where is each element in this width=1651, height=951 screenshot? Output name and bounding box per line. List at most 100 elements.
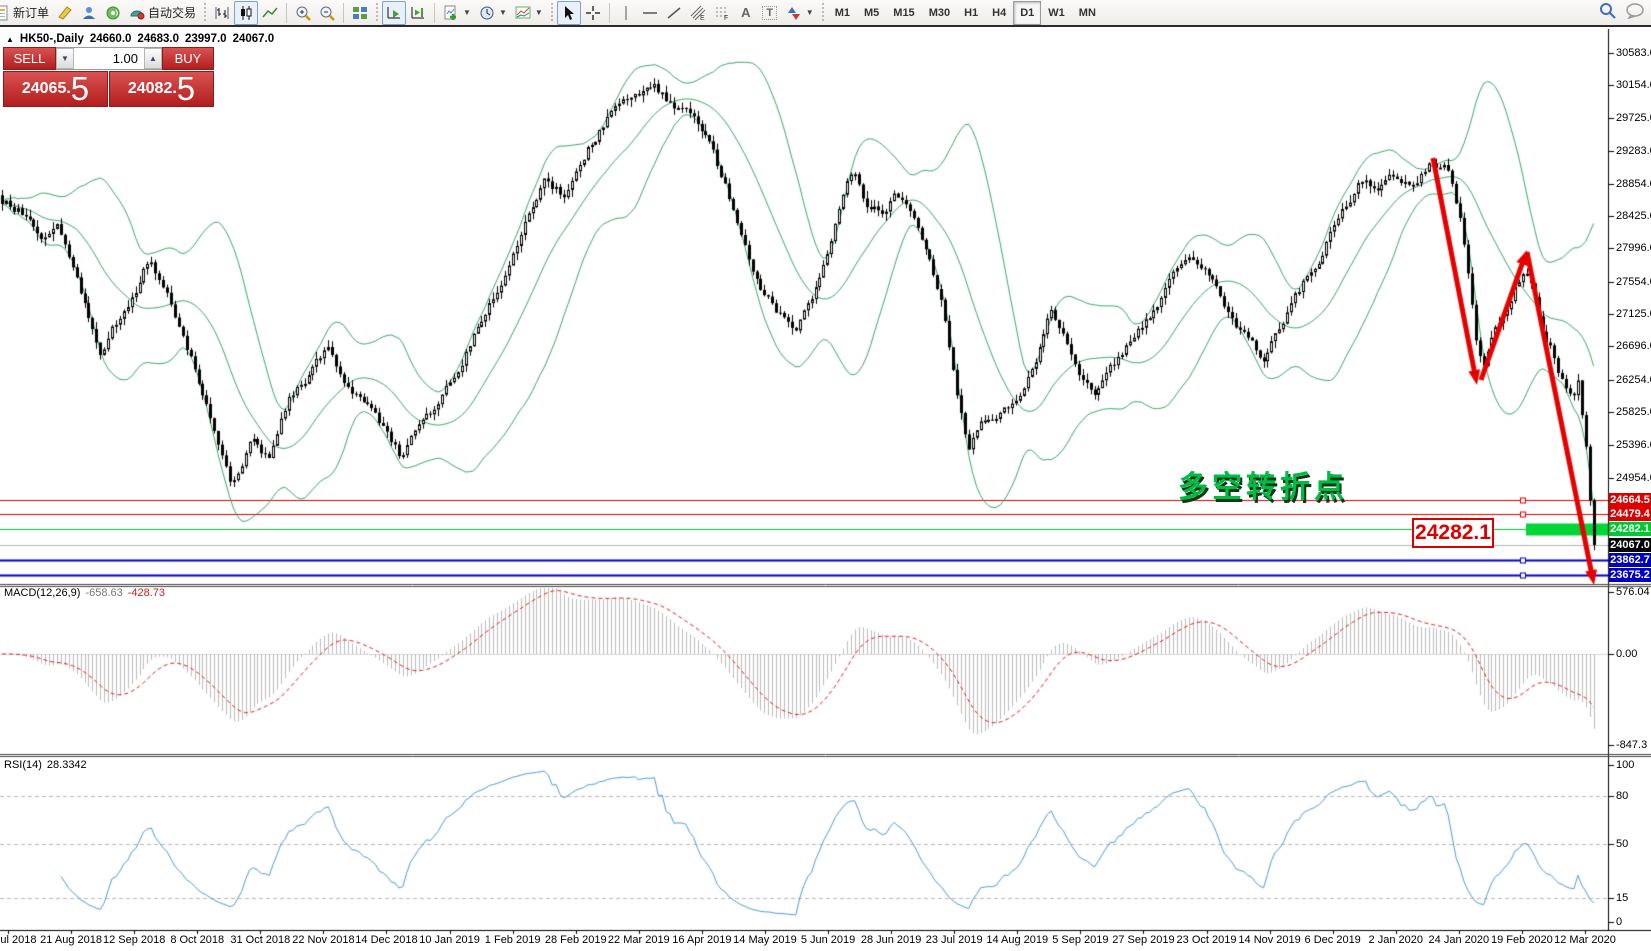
add-indicator-button[interactable]: ▼ (439, 1, 475, 25)
sell-button[interactable]: SELL (3, 47, 56, 70)
chart-bars-button[interactable] (210, 1, 234, 25)
macd-signal-value: -428.73 (128, 587, 165, 599)
price-digits: 5 (177, 74, 195, 104)
chart-canvas[interactable] (0, 29, 1651, 951)
chat-icon[interactable] (1626, 3, 1645, 19)
timeframe-m15[interactable]: M15 (886, 1, 921, 25)
signals-icon (105, 5, 121, 21)
price-axis-label: 27125.0 (1616, 308, 1651, 320)
symbol-period: HK50-,Daily (20, 33, 84, 45)
volume-decrease-button[interactable]: ▼ (56, 48, 74, 69)
date-axis-label: 21 Aug 2018 (40, 934, 102, 946)
date-axis-label: 14 May 2019 (733, 934, 797, 946)
crosshair-button[interactable] (581, 1, 605, 25)
text-button[interactable]: A (734, 1, 758, 25)
price-level-tag: 23675.2 (1609, 568, 1651, 582)
add-indicator-icon (443, 5, 459, 21)
timeframe-mn[interactable]: MN (1072, 1, 1103, 25)
metaeditor-button[interactable] (53, 1, 77, 25)
timeframe-m5[interactable]: M5 (857, 1, 886, 25)
price-digits: 24065 (22, 74, 67, 104)
timeframe-h4[interactable]: H4 (985, 1, 1013, 25)
periods-icon (479, 5, 495, 21)
ohlc-high: 24683.0 (137, 33, 179, 45)
crosshair-icon (585, 5, 601, 21)
spinner-up-icon: ▲ (149, 54, 157, 63)
date-axis-label: 1 Feb 2019 (485, 934, 541, 946)
chart-area: ▲ HK50-,Daily 24660.0 24683.0 23997.0 24… (0, 29, 1651, 951)
price-axis-label: 26696.0 (1616, 340, 1651, 352)
ohlc-open: 24660.0 (90, 33, 132, 45)
timeframe-d1[interactable]: D1 (1013, 1, 1041, 25)
price-digits: 5 (71, 74, 89, 104)
buy-button[interactable]: BUY (162, 47, 214, 70)
sell-price[interactable]: 24065 .5 (3, 71, 108, 107)
autoscroll-button[interactable] (382, 1, 406, 25)
volume-increase-button[interactable]: ▲ (144, 48, 162, 69)
trendline-button[interactable] (662, 1, 686, 25)
arrows-button[interactable]: ▼ (782, 1, 818, 25)
chart-candles-icon (238, 5, 254, 21)
date-axis-label: 2 Jan 2020 (1369, 934, 1423, 946)
chevron-down-icon: ▼ (535, 8, 543, 17)
macd-axis-label: 576.04 (1616, 586, 1650, 598)
expand-triangle-icon: ▲ (6, 35, 14, 44)
zoom-in-button[interactable] (291, 1, 315, 25)
cursor-button[interactable] (557, 1, 581, 25)
arrows-icon (786, 5, 802, 21)
trading-terminal-window: 新订单 自动交易 ▼ ▼ ▼ E F A T ▼ (0, 0, 1651, 951)
chart-candles-button[interactable] (234, 1, 258, 25)
mql5-community-button[interactable] (77, 1, 101, 25)
price-digits: 24082 (128, 74, 173, 104)
fibonacci-button[interactable]: F (710, 1, 734, 25)
ohlc-close: 24067.0 (233, 33, 275, 45)
price-axis-label: 28425.0 (1616, 210, 1651, 222)
text-label-button[interactable]: T (758, 1, 782, 25)
periods-button[interactable]: ▼ (475, 1, 511, 25)
timeframe-h1[interactable]: H1 (957, 1, 985, 25)
search-icon[interactable] (1599, 2, 1616, 19)
zoom-out-button[interactable] (315, 1, 339, 25)
cursor-icon (561, 5, 577, 21)
date-axis-label: 10 Jan 2019 (419, 934, 480, 946)
new-order-button[interactable]: 新订单 (0, 1, 53, 25)
macd-value: -658.63 (85, 587, 122, 599)
price-axis-label: 29283.0 (1616, 145, 1651, 157)
signals-button[interactable] (101, 1, 125, 25)
chart-title: ▲ HK50-,Daily 24660.0 24683.0 23997.0 24… (6, 33, 274, 45)
rsi-axis-label: 80 (1616, 790, 1628, 802)
new-order-label: 新订单 (13, 4, 49, 21)
rsi-axis-label: 50 (1616, 838, 1628, 850)
vline-button[interactable] (614, 1, 638, 25)
timeframe-m30[interactable]: M30 (922, 1, 957, 25)
autoscroll-icon (386, 5, 402, 21)
channel-icon: E (690, 5, 706, 21)
chevron-down-icon: ▼ (499, 8, 507, 17)
hline-button[interactable] (638, 1, 662, 25)
date-axis-label: 6 Dec 2019 (1305, 934, 1361, 946)
rsi-axis-label: 0 (1616, 916, 1622, 928)
timeframe-m1[interactable]: M1 (828, 1, 857, 25)
autotrade-button[interactable]: 自动交易 (125, 1, 200, 25)
chart-shift-button[interactable] (406, 1, 430, 25)
buy-price[interactable]: 24082 .5 (109, 71, 214, 107)
channel-button[interactable]: E (686, 1, 710, 25)
date-axis-label: 5 Jun 2019 (801, 934, 855, 946)
price-axis-label: 25825.0 (1616, 406, 1651, 418)
one-click-trading-panel: SELL ▼ ▲ BUY 24065 .5 24082 .5 (3, 47, 214, 107)
date-axis-label: 22 Mar 2019 (608, 934, 670, 946)
price-axis-label: 30583.0 (1616, 47, 1651, 59)
mql5-community-icon (81, 5, 97, 21)
volume-input[interactable] (74, 48, 144, 69)
level-price-annotation: 24282.1 (1412, 518, 1494, 548)
templates-icon (515, 5, 531, 21)
svg-text:E: E (700, 15, 705, 21)
date-axis-label: 8 Oct 2018 (170, 934, 224, 946)
timeframe-w1[interactable]: W1 (1041, 1, 1072, 25)
date-axis-label: 14 Aug 2019 (986, 934, 1048, 946)
templates-button[interactable]: ▼ (511, 1, 547, 25)
tile-windows-button[interactable] (348, 1, 372, 25)
macd-label: MACD(12,26,9)-658.63-428.73 (4, 587, 165, 599)
chart-line-button[interactable] (258, 1, 282, 25)
price-axis-label: 29725.0 (1616, 112, 1651, 124)
